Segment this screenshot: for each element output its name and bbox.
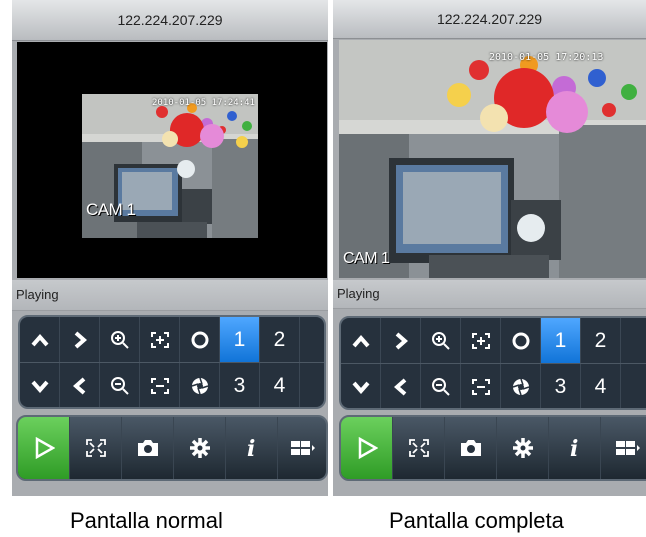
arrow-left-icon[interactable] (60, 363, 100, 407)
focus-out-icon[interactable] (140, 363, 180, 407)
ip-address: 122.224.207.229 (117, 12, 223, 28)
fullscreen-icon[interactable] (70, 417, 122, 479)
camera-feed: 2010-01-05 17:24:41 CAM 1 (82, 94, 258, 238)
channel-3-button[interactable]: 3 (541, 364, 581, 408)
bottom-toolbar: i (16, 415, 328, 481)
play-icon[interactable] (18, 417, 70, 479)
title-bar: 122.224.207.229 (12, 0, 328, 41)
iris-open-icon[interactable] (501, 318, 541, 363)
channel-4-button[interactable]: 4 (260, 363, 300, 407)
timestamp-overlay: 2010-01-05 17:24:41 (152, 98, 255, 108)
play-icon[interactable] (341, 417, 393, 479)
arrow-down-icon[interactable] (341, 364, 381, 408)
camera-icon[interactable] (445, 417, 497, 479)
caption-full: Pantalla completa (389, 508, 564, 533)
zoom-in-icon[interactable] (100, 317, 140, 362)
arrow-down-icon[interactable] (20, 363, 60, 407)
focus-in-icon[interactable] (461, 318, 501, 363)
arrow-right-icon[interactable] (60, 317, 100, 362)
focus-in-icon[interactable] (140, 317, 180, 362)
multiview-icon[interactable] (278, 417, 326, 479)
status-text: Playing (337, 286, 380, 301)
ptz-control-pad: 1 2 3 4 (18, 315, 326, 409)
normal-screen-panel: 122.224.207.229 2010-01-05 17:24:41 CAM … (12, 0, 328, 496)
zoom-out-icon[interactable] (421, 364, 461, 408)
iris-open-icon[interactable] (180, 317, 220, 362)
timestamp-overlay: 2010-01-05 17:20:13 (489, 52, 604, 63)
info-icon[interactable]: i (226, 417, 278, 479)
channel-3-button[interactable]: 3 (220, 363, 260, 407)
svg-text:i: i (247, 436, 255, 460)
arrow-right-icon[interactable] (381, 318, 421, 363)
fullscreen-icon[interactable] (393, 417, 445, 479)
channel-2-button[interactable]: 2 (260, 317, 300, 362)
iris-close-icon[interactable] (501, 364, 541, 408)
ptz-control-pad: 1 2 3 4 (339, 316, 646, 410)
channel-1-button[interactable]: 1 (220, 317, 260, 362)
camera-feed: 2010-01-05 17:20:13 CAM 1 (339, 40, 646, 278)
camera-label: CAM 1 (343, 250, 390, 267)
arrow-up-icon[interactable] (20, 317, 60, 362)
focus-out-icon[interactable] (461, 364, 501, 408)
multiview-icon[interactable] (601, 417, 646, 479)
iris-close-icon[interactable] (180, 363, 220, 407)
arrow-up-icon[interactable] (341, 318, 381, 363)
zoom-out-icon[interactable] (100, 363, 140, 407)
ip-address: 122.224.207.229 (436, 11, 543, 27)
video-area[interactable]: 2010-01-05 17:20:13 CAM 1 (339, 40, 646, 278)
channel-4-button[interactable]: 4 (581, 364, 621, 408)
caption-normal: Pantalla normal (70, 508, 223, 533)
arrow-left-icon[interactable] (381, 364, 421, 408)
video-area[interactable]: 2010-01-05 17:24:41 CAM 1 (17, 42, 327, 278)
channel-1-button[interactable]: 1 (541, 318, 581, 363)
camera-label: CAM 1 (86, 200, 136, 219)
status-bar: Playing (12, 280, 328, 311)
camera-image (339, 40, 646, 278)
status-bar: Playing (333, 280, 646, 309)
zoom-in-icon[interactable] (421, 318, 461, 363)
gear-icon[interactable] (497, 417, 549, 479)
camera-icon[interactable] (122, 417, 174, 479)
channel-2-button[interactable]: 2 (581, 318, 621, 363)
info-icon[interactable]: i (549, 417, 601, 479)
title-bar: 122.224.207.229 (333, 0, 646, 39)
full-screen-panel: 122.224.207.229 2010-01-05 17:20:13 CAM … (333, 0, 646, 496)
status-text: Playing (16, 287, 59, 302)
bottom-toolbar: i (339, 415, 646, 481)
svg-text:i: i (570, 436, 578, 460)
gear-icon[interactable] (174, 417, 226, 479)
